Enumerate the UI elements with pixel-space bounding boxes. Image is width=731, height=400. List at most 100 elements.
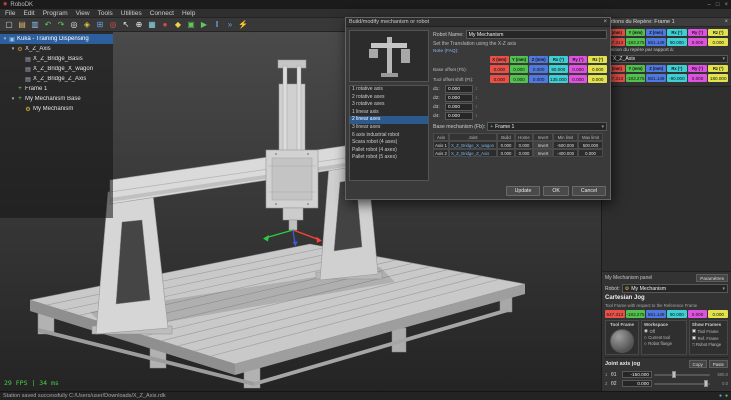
robot-name-input[interactable]: My Mechanism — [466, 30, 607, 39]
pose-value-cell[interactable]: 0.000 — [569, 65, 588, 73]
move-reference-icon[interactable]: ⊕ — [133, 19, 145, 31]
dialog-ok-button[interactable]: OK — [543, 186, 569, 196]
pose-value-cell[interactable]: 0.000 — [688, 74, 708, 82]
joint-home-cell[interactable]: 0.000 — [515, 149, 533, 157]
joint-max-limit-cell[interactable]: 0.000 — [578, 149, 603, 157]
menu-edit[interactable]: Edit — [23, 10, 34, 17]
minimize-button[interactable]: – — [708, 2, 711, 8]
joint-value-input[interactable]: -150.000 — [622, 371, 652, 378]
joint-invert-button[interactable]: Invert — [533, 141, 553, 149]
pause-icon[interactable]: ‖ — [211, 19, 223, 31]
select-cursor-icon[interactable]: ↖ — [120, 19, 132, 31]
joint-slider-handle[interactable] — [704, 380, 708, 387]
pose-value-cell[interactable]: 0.000 — [688, 38, 708, 46]
menu-help[interactable]: Help — [182, 10, 195, 17]
joint-copy-button[interactable]: Copy — [689, 360, 707, 368]
tree-item[interactable]: ▾▣Kuka - Training Dispensing — [0, 34, 113, 44]
joint-build-cell[interactable]: 0.000 — [497, 149, 515, 157]
mechanism-type-option[interactable]: 2 rotative axes — [350, 94, 428, 102]
auto-fit-icon[interactable]: ◎ — [68, 19, 80, 31]
joint-slider[interactable] — [654, 374, 710, 376]
workspace-option[interactable]: ◉Off — [644, 328, 684, 334]
joint-name-cell[interactable]: X_Z_Bridge_X_wagon — [449, 141, 497, 149]
pose-value-cell[interactable]: 547.313 — [605, 310, 625, 318]
pose-value-cell[interactable]: 0.000 — [708, 38, 728, 46]
mechanism-type-option[interactable]: 1 linear axis — [350, 109, 428, 117]
spinner-icon[interactable]: ↕ — [475, 113, 478, 119]
workspace-option[interactable]: ○Robot flange — [644, 341, 684, 346]
connect-status-icon[interactable]: ● — [719, 393, 722, 399]
open-icon[interactable]: ▤ — [16, 19, 28, 31]
show-frames-option[interactable]: □Robot Flange — [692, 342, 725, 347]
param-input[interactable]: 0.000 — [445, 112, 473, 120]
joint-value-input[interactable]: 0.000 — [622, 380, 652, 387]
dialog-faq-link[interactable]: Note (FAQ): — [433, 49, 607, 54]
spinner-icon[interactable]: ↕ — [475, 86, 478, 92]
joint-build-cell[interactable]: 0.000 — [497, 141, 515, 149]
menu-utilities[interactable]: Utilities — [121, 10, 142, 17]
close-button[interactable]: × — [724, 2, 728, 8]
menu-connect[interactable]: Connect — [150, 10, 174, 17]
menu-file[interactable]: File — [5, 10, 15, 17]
pose-value-cell[interactable]: 0.000 — [510, 75, 529, 83]
tree-item[interactable]: +Frame 1 — [0, 84, 113, 94]
pose-value-cell[interactable]: 0.000 — [708, 310, 728, 318]
menu-program[interactable]: Program — [43, 10, 68, 17]
mechanism-type-option[interactable]: 2 linear axes — [350, 116, 428, 124]
pose-value-cell[interactable]: 0.000 — [588, 75, 607, 83]
dialog-update-button[interactable]: Update — [506, 186, 541, 196]
mechanism-type-option[interactable]: 3 rotative axes — [350, 101, 428, 109]
add-program-icon[interactable]: ▣ — [185, 19, 197, 31]
pose-value-cell[interactable]: 0.000 — [569, 75, 588, 83]
joint-min-limit-cell[interactable]: -500.000 — [553, 141, 578, 149]
tree-item[interactable]: ▾+My Mechanism Base — [0, 94, 113, 104]
pose-value-cell[interactable]: 581.149 — [646, 310, 666, 318]
spinner-icon[interactable]: ↕ — [475, 95, 478, 101]
mechanism-type-option[interactable]: 1 rotative axis — [350, 86, 428, 94]
pose-value-cell[interactable]: 0.000 — [510, 65, 529, 73]
dialog-cancel-button[interactable]: Cancel — [572, 186, 606, 196]
spinner-icon[interactable]: ↕ — [475, 104, 478, 110]
base-mechanism-dropdown[interactable]: + Frame 1 ▾ — [487, 122, 607, 131]
pose-value-cell[interactable]: 90.000 — [667, 38, 687, 46]
joint-min-limit-cell[interactable]: -400.000 — [553, 149, 578, 157]
tree-item[interactable]: ▤X_Z_Bridge_Z_Axis — [0, 74, 113, 84]
frame-relative-dropdown[interactable]: + X_Z_Axis ▾ — [605, 55, 728, 63]
pose-value-cell[interactable]: 581.149 — [646, 74, 666, 82]
pose-value-cell[interactable]: 90.000 — [549, 65, 568, 73]
redo-icon[interactable]: ↷ — [55, 19, 67, 31]
tree-item[interactable]: ⚙My Mechanism — [0, 104, 113, 114]
workspace-option[interactable]: ○Current tool — [644, 335, 684, 340]
add-reference-frame-icon[interactable]: ⊞ — [94, 19, 106, 31]
pose-value-cell[interactable]: 0.000 — [490, 75, 509, 83]
joint-invert-button[interactable]: Invert — [533, 149, 553, 157]
python-icon[interactable]: ⚡ — [237, 19, 249, 31]
undo-icon[interactable]: ↶ — [42, 19, 54, 31]
close-icon[interactable]: × — [603, 19, 607, 25]
jog-ball[interactable] — [610, 329, 634, 353]
save-icon[interactable]: ▥ — [29, 19, 41, 31]
show-frames-option[interactable]: ▣Tool Frame — [692, 328, 725, 334]
add-curve-icon[interactable]: ◆ — [172, 19, 184, 31]
joint-slider-handle[interactable] — [672, 371, 676, 378]
add-object-icon[interactable]: ▦ — [146, 19, 158, 31]
pose-value-cell[interactable]: 135.000 — [549, 75, 568, 83]
render-icon[interactable]: ◈ — [81, 19, 93, 31]
pose-value-cell[interactable]: 581.149 — [646, 38, 666, 46]
pose-value-cell[interactable]: 180.000 — [708, 74, 728, 82]
joint-max-limit-cell[interactable]: 500.000 — [578, 141, 603, 149]
menu-tools[interactable]: Tools — [98, 10, 113, 17]
pose-value-cell[interactable]: -183.275 — [626, 74, 646, 82]
pose-value-cell[interactable]: 0.000 — [529, 75, 548, 83]
joint-paste-button[interactable]: Paste — [709, 360, 728, 368]
joint-home-cell[interactable]: 0.000 — [515, 141, 533, 149]
show-frames-option[interactable]: ▣Ref. Frame — [692, 335, 725, 341]
mechanism-type-option[interactable]: 6 axis industrial robot — [350, 132, 428, 140]
joint-name-cell[interactable]: X_Z_Bridge_Z_Axis — [449, 149, 497, 157]
param-input[interactable]: 0.000 — [445, 103, 473, 111]
menu-view[interactable]: View — [76, 10, 90, 17]
joint-slider[interactable] — [654, 383, 710, 385]
pose-value-cell[interactable]: 0.000 — [529, 65, 548, 73]
record-icon[interactable]: ● — [159, 19, 171, 31]
pose-value-cell[interactable]: 0.000 — [490, 65, 509, 73]
